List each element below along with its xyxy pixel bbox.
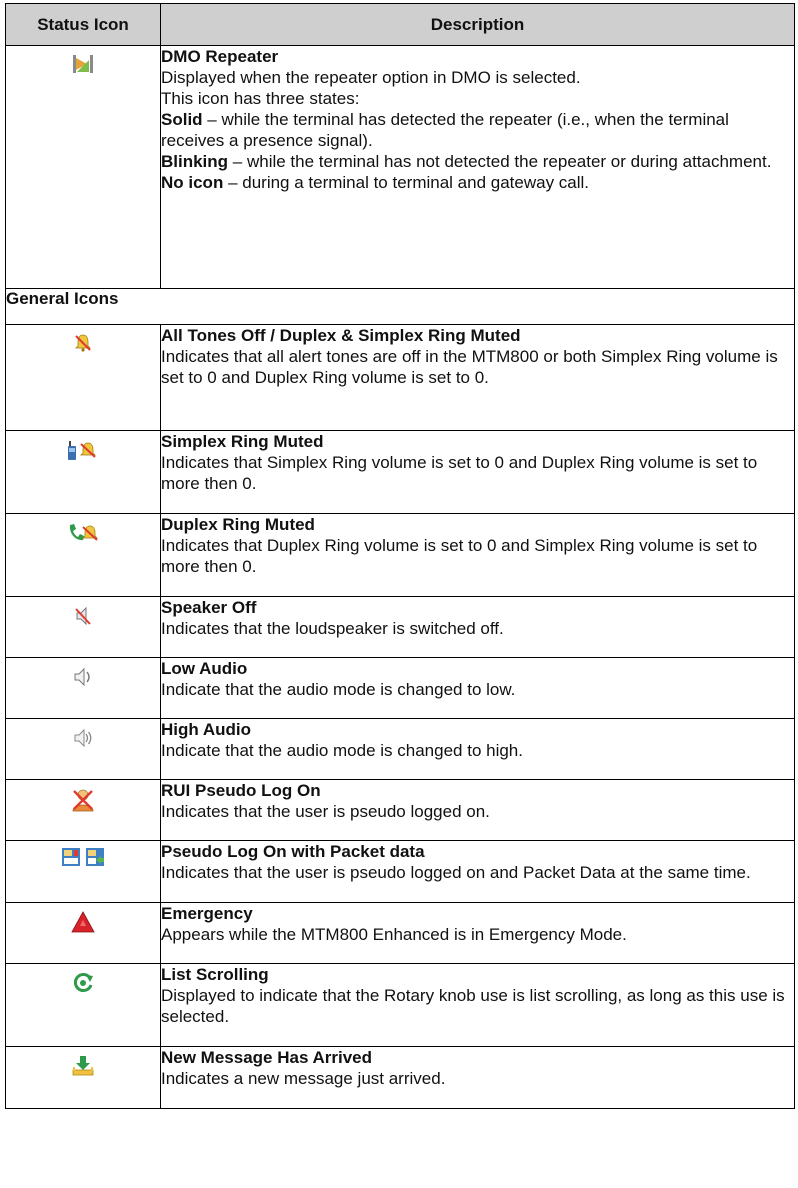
packet-data-icon — [86, 848, 105, 866]
simplex-ring-muted-icon — [68, 441, 96, 460]
state-text: – during a terminal to terminal and gate… — [223, 173, 590, 192]
item-title: Pseudo Log On with Packet data — [161, 842, 425, 861]
item-text: This icon has three states: — [161, 89, 360, 108]
state-no-icon: No icon – during a terminal to terminal … — [161, 172, 794, 193]
item-text: Indicates that the user is pseudo logged… — [161, 863, 751, 882]
table-row: Low Audio Indicate that the audio mode i… — [5, 657, 795, 719]
item-text: Indicates that the user is pseudo logged… — [161, 802, 490, 821]
table-row: New Message Has Arrived Indicates a new … — [5, 1046, 795, 1109]
table-row: Speaker Off Indicates that the loudspeak… — [5, 596, 795, 658]
item-title: Emergency — [161, 904, 253, 923]
item-title: All Tones Off / Duplex & Simplex Ring Mu… — [161, 326, 521, 345]
table-row: List Scrolling Displayed to indicate tha… — [5, 963, 795, 1047]
pseudo-log-on-icon — [61, 848, 80, 866]
item-text: Displayed when the repeater option in DM… — [161, 68, 581, 87]
state-blinking: Blinking – while the terminal has not de… — [161, 151, 794, 172]
state-text: – while the terminal has detected the re… — [161, 110, 729, 150]
item-text: Indicates that the loudspeaker is switch… — [161, 619, 504, 638]
speaker-off-icon — [75, 606, 91, 626]
table-row: All Tones Off / Duplex & Simplex Ring Mu… — [5, 324, 795, 431]
item-text: Displayed to indicate that the Rotary kn… — [161, 986, 785, 1026]
item-title: RUI Pseudo Log On — [161, 781, 321, 800]
item-title: New Message Has Arrived — [161, 1048, 373, 1067]
table-row: High Audio Indicate that the audio mode … — [5, 718, 795, 780]
item-text: Indicates that Simplex Ring volume is se… — [161, 453, 758, 493]
state-label: Solid — [161, 110, 203, 129]
new-message-icon — [72, 1056, 94, 1076]
state-label: Blinking — [161, 152, 229, 171]
item-title: Low Audio — [161, 659, 248, 678]
table-row: DMO Repeater Displayed when the repeater… — [5, 45, 795, 289]
item-text: Appears while the MTM800 Enhanced is in … — [161, 925, 627, 944]
table-row: Duplex Ring Muted Indicates that Duplex … — [5, 513, 795, 597]
status-icon-table: Status Icon Description DMO Repeater Dis… — [5, 3, 795, 1109]
item-text: Indicate that the audio mode is changed … — [161, 741, 523, 760]
table-header-row: Status Icon Description — [5, 3, 795, 46]
section-title: General Icons — [5, 288, 795, 325]
low-audio-icon — [74, 667, 90, 687]
table-row: Pseudo Log On with Packet data Indicates… — [5, 840, 795, 903]
high-audio-icon — [74, 728, 92, 748]
item-title: Speaker Off — [161, 598, 257, 617]
table-row: Simplex Ring Muted Indicates that Simple… — [5, 430, 795, 514]
item-text: Indicates that Duplex Ring volume is set… — [161, 536, 758, 576]
table-row: RUI Pseudo Log On Indicates that the use… — [5, 779, 795, 841]
item-text: Indicate that the audio mode is changed … — [161, 680, 516, 699]
item-title: Duplex Ring Muted — [161, 515, 315, 534]
list-scrolling-icon — [73, 973, 93, 992]
section-row: General Icons — [5, 288, 795, 325]
duplex-ring-muted-icon — [69, 524, 98, 541]
item-text: Indicates that all alert tones are off i… — [161, 347, 778, 387]
item-title: List Scrolling — [161, 965, 269, 984]
item-title: Simplex Ring Muted — [161, 432, 324, 451]
dmo-repeater-icon — [73, 55, 93, 73]
rui-pseudo-log-on-icon — [72, 789, 94, 812]
emergency-icon — [71, 911, 95, 933]
header-status-icon: Status Icon — [5, 3, 161, 46]
item-title: High Audio — [161, 720, 252, 739]
state-text: – while the terminal has not detected th… — [228, 152, 772, 171]
state-label: No icon — [161, 173, 224, 192]
item-title: DMO Repeater — [161, 47, 279, 66]
header-description: Description — [160, 3, 795, 46]
state-solid: Solid – while the terminal has detected … — [161, 109, 794, 151]
table-row: Emergency Appears while the MTM800 Enhan… — [5, 902, 795, 964]
item-text: Indicates a new message just arrived. — [161, 1069, 446, 1088]
all-tones-off-icon — [75, 334, 91, 352]
